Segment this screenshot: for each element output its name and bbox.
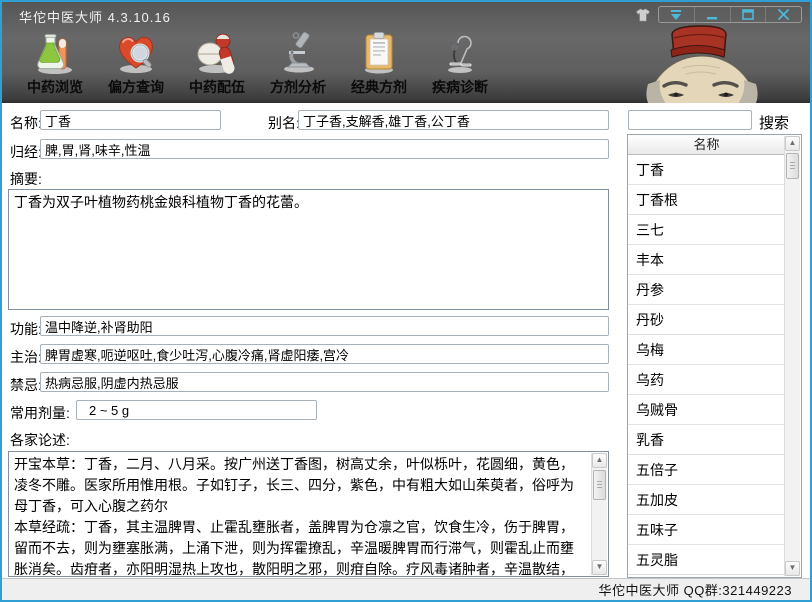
toolbar-item-classic-prescriptions[interactable]: 经典方剂 [347, 27, 411, 97]
header: 华佗中医大师 4.3.10.16 [2, 2, 810, 103]
list-item[interactable]: 丹砂 [628, 305, 785, 335]
toolbar-label: 偏方查询 [108, 77, 164, 97]
toolbar-item-disease-diagnosis[interactable]: 疾病诊断 [428, 27, 492, 97]
scroll-up-icon[interactable]: ▲ [592, 453, 607, 468]
search-button[interactable]: 搜索 [759, 112, 789, 133]
discussions-scrollbar: ▲ ▼ [591, 453, 607, 575]
app-window: 华佗中医大师 4.3.10.16 [0, 0, 812, 602]
indications-input[interactable] [40, 344, 609, 364]
toolbar-label: 经典方剂 [351, 77, 407, 97]
status-bar: 华佗中医大师 QQ群:321449223 [2, 578, 810, 600]
scrollbar-thumb[interactable] [786, 153, 799, 179]
meridian-label: 归经: [10, 142, 42, 162]
search-input[interactable] [628, 110, 752, 130]
minimize-button[interactable] [695, 7, 731, 22]
skin-button[interactable] [633, 7, 653, 23]
summary-textarea-box: 丁香为双子叶植物药桃金娘科植物丁香的花蕾。 [8, 189, 609, 310]
list-item[interactable]: 乌贼骨 [628, 395, 785, 425]
toolbar-item-herb-browse[interactable]: 中药浏览 [23, 27, 87, 97]
scrollbar-track [785, 181, 800, 561]
toolbar-item-prescription-analysis[interactable]: 方剂分析 [266, 27, 330, 97]
list-item[interactable]: 乳香 [628, 425, 785, 455]
shirt-icon [635, 8, 651, 22]
herb-list: 名称 丁香 丁香根 三七 丰本 丹参 丹砂 乌梅 乌药 乌贼骨 乳香 五倍子 五… [627, 134, 802, 578]
summary-label: 摘要: [10, 169, 42, 189]
maximize-button[interactable] [731, 7, 767, 22]
dosage-label: 常用剂量: [10, 403, 70, 423]
app-title: 华佗中医大师 4.3.10.16 [19, 7, 171, 26]
function-label: 功能: [10, 319, 42, 339]
list-item[interactable]: 丹参 [628, 275, 785, 305]
heart-magnifier-icon [113, 29, 159, 75]
toolbar-label: 中药配伍 [189, 77, 245, 97]
discussions-textarea[interactable]: 开宝本草：丁香，二月、八月采。按广州送丁香图，树高丈余，叶似栎叶，花圆细，黄色，… [9, 452, 591, 576]
list-item[interactable]: 五灵脂 [628, 545, 785, 575]
list-item[interactable]: 丁香根 [628, 185, 785, 215]
flask-icon [32, 29, 78, 75]
list-item[interactable]: 丁香 [628, 155, 785, 185]
herb-list-header: 名称 [628, 135, 785, 155]
main-content: 名称: 别名: 归经: 摘要: 丁香为双子叶植物药桃金娘科植物丁香的花蕾。 功能… [2, 103, 810, 578]
toolbar-item-herb-compatibility[interactable]: 中药配伍 [185, 27, 249, 97]
menu-down-icon [669, 10, 683, 20]
name-label: 名称: [10, 113, 42, 133]
summary-textarea[interactable]: 丁香为双子叶植物药桃金娘科植物丁香的花蕾。 [9, 190, 608, 309]
maximize-icon [742, 9, 754, 20]
alias-input[interactable] [298, 110, 609, 130]
minimize-icon [706, 10, 718, 20]
list-item[interactable]: 丰本 [628, 245, 785, 275]
herb-list-rows: 丁香 丁香根 三七 丰本 丹参 丹砂 乌梅 乌药 乌贼骨 乳香 五倍子 五加皮 … [628, 155, 785, 577]
close-button[interactable] [766, 7, 801, 22]
toolbar-label: 方剂分析 [270, 77, 326, 97]
list-item[interactable]: 五味子 [628, 515, 785, 545]
list-item[interactable]: 五加皮 [628, 485, 785, 515]
scrollbar-track [592, 502, 607, 560]
toolbar-item-remedy-search[interactable]: 偏方查询 [104, 27, 168, 97]
close-icon [778, 9, 789, 20]
toolbar: 中药浏览 偏方查询 [2, 27, 492, 97]
discussions-textarea-box: 开宝本草：丁香，二月、八月采。按广州送丁香图，树高丈余，叶似栎叶，花圆细，黄色，… [8, 451, 609, 577]
contraindications-input[interactable] [40, 372, 609, 392]
clipboard-icon [356, 29, 402, 75]
discussions-label: 各家论述: [10, 430, 70, 450]
window-control-group [658, 6, 802, 23]
alias-label: 别名: [268, 113, 300, 133]
window-controls [633, 6, 802, 23]
title-bar: 华佗中医大师 4.3.10.16 [2, 2, 810, 26]
list-item[interactable]: 乌药 [628, 365, 785, 395]
scroll-down-icon[interactable]: ▼ [785, 561, 800, 576]
scrollbar-thumb[interactable] [593, 470, 606, 500]
dosage-input[interactable] [76, 400, 317, 420]
herb-list-scrollbar: ▲ ▼ [784, 136, 800, 576]
toolbar-label: 中药浏览 [27, 77, 83, 97]
indications-label: 主治: [10, 347, 42, 367]
contraindications-label: 禁忌: [10, 375, 42, 395]
pills-icon [194, 29, 240, 75]
list-item[interactable]: 三七 [628, 215, 785, 245]
status-text: 华佗中医大师 QQ群:321449223 [598, 580, 792, 599]
list-item[interactable]: 五倍子 [628, 455, 785, 485]
microscope-icon [275, 29, 321, 75]
menu-button[interactable] [659, 7, 695, 22]
meridian-input[interactable] [40, 139, 609, 159]
scroll-up-icon[interactable]: ▲ [785, 136, 800, 151]
function-input[interactable] [40, 316, 609, 336]
stethoscope-icon [437, 29, 483, 75]
scroll-down-icon[interactable]: ▼ [592, 560, 607, 575]
name-input[interactable] [40, 110, 221, 130]
list-item[interactable]: 乌梅 [628, 335, 785, 365]
huatuo-portrait [644, 24, 760, 103]
toolbar-label: 疾病诊断 [432, 77, 488, 97]
